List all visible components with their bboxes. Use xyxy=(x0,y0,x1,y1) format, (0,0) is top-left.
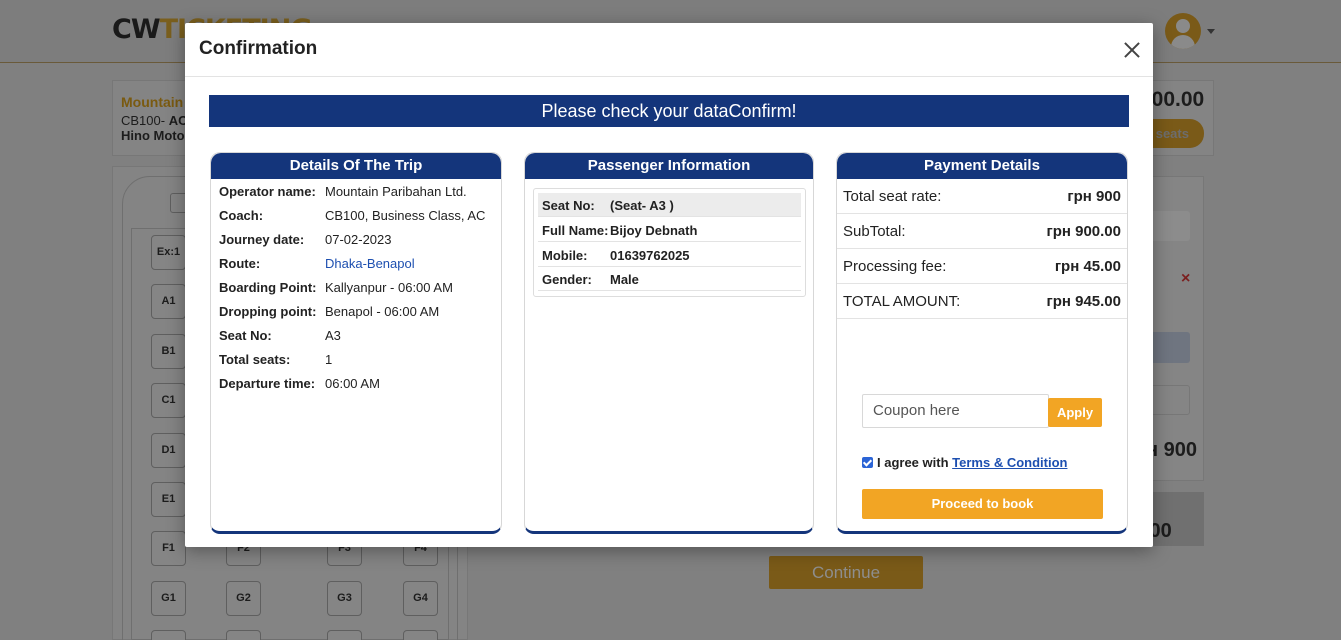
check-banner: Please check your dataConfirm! xyxy=(209,95,1129,127)
passenger-value: (Seat- A3 ) xyxy=(610,198,674,213)
passenger-value: Bijoy Debnath xyxy=(610,223,698,238)
payment-details-box: Payment Details Total seat rate: грн 900 … xyxy=(836,152,1128,534)
agree-checkbox[interactable] xyxy=(862,457,873,468)
seat-h3[interactable] xyxy=(327,630,362,640)
logo-prefix: CW xyxy=(112,14,161,45)
payment-row-processing-fee: Processing fee: грн 45.00 xyxy=(837,249,1127,284)
remove-icon[interactable]: × xyxy=(1181,270,1190,288)
trip-key: Dropping point: xyxy=(219,304,317,319)
seat-g1[interactable]: G1 xyxy=(151,581,186,616)
seat-g4[interactable]: G4 xyxy=(403,581,438,616)
continue-button[interactable]: Continue xyxy=(769,556,923,589)
modal-title: Confirmation xyxy=(199,38,318,59)
trip-details-box: Details Of The Trip Operator name: Mounta… xyxy=(210,152,502,534)
brand-label: Hino Motor xyxy=(121,128,190,143)
payment-details-heading: Payment Details xyxy=(837,153,1127,179)
confirmation-modal: Confirmation Please check your dataConfi… xyxy=(185,23,1153,547)
seat-a1[interactable]: A1 xyxy=(151,284,186,319)
seat-f1[interactable]: F1 xyxy=(151,531,186,566)
payment-value: грн 945.00 xyxy=(1046,293,1121,310)
trip-value: 06:00 AM xyxy=(325,376,380,391)
trip-key: Total seats: xyxy=(219,352,291,367)
close-icon[interactable] xyxy=(1122,40,1142,60)
passenger-row-name: Full Name: Bijoy Debnath xyxy=(538,218,801,242)
trip-value: Mountain Paribahan Ltd. xyxy=(325,184,467,199)
passenger-info-heading: Passenger Information xyxy=(525,153,813,179)
seat-c1[interactable]: C1 xyxy=(151,383,186,418)
seat-h1[interactable] xyxy=(151,630,186,640)
passenger-value: Male xyxy=(610,272,639,287)
passenger-row-seat: Seat No: (Seat- A3 ) xyxy=(538,193,801,217)
payment-value: грн 900 xyxy=(1067,188,1121,205)
modal-divider xyxy=(185,76,1153,77)
seat-h2[interactable] xyxy=(226,630,261,640)
seat-g3[interactable]: G3 xyxy=(327,581,362,616)
payment-row-seat-rate: Total seat rate: грн 900 xyxy=(837,179,1127,214)
user-avatar-icon[interactable] xyxy=(1165,13,1201,49)
trip-key: Coach: xyxy=(219,208,264,223)
trip-value: 07-02-2023 xyxy=(325,232,392,247)
terms-link[interactable]: Terms & Condition xyxy=(952,455,1067,470)
payment-row-total: TOTAL AMOUNT: грн 945.00 xyxy=(837,284,1127,319)
chevron-down-icon[interactable] xyxy=(1207,29,1215,34)
passenger-row-mobile: Mobile: 01639762025 xyxy=(538,243,801,267)
payment-value: грн 900.00 xyxy=(1046,223,1121,240)
trip-key: Departure time: xyxy=(219,376,316,391)
trip-key: Operator name: xyxy=(219,184,316,199)
seat-d1[interactable]: D1 xyxy=(151,433,186,468)
payment-key: Processing fee: xyxy=(843,258,947,275)
seat-b1[interactable]: B1 xyxy=(151,334,186,369)
passenger-key: Gender: xyxy=(542,272,592,287)
agree-terms: I agree with Terms & Condition xyxy=(862,455,1067,470)
proceed-to-book-button[interactable]: Proceed to book xyxy=(862,489,1103,519)
trip-value: A3 xyxy=(325,328,341,343)
trip-value: Benapol - 06:00 AM xyxy=(325,304,440,319)
coupon-input[interactable]: Coupon here xyxy=(862,394,1049,428)
agree-label: I agree with xyxy=(877,455,949,470)
passenger-row-gender: Gender: Male xyxy=(538,267,801,291)
payment-key: Total seat rate: xyxy=(843,188,942,205)
trip-key: Route: xyxy=(219,256,261,271)
passenger-card: Seat No: (Seat- A3 ) Full Name: Bijoy Debn… xyxy=(533,188,806,297)
payment-key: TOTAL AMOUNT: xyxy=(843,293,961,310)
coach-prefix: CB100- xyxy=(121,113,166,128)
passenger-value: 01639762025 xyxy=(610,248,690,263)
seat-h4[interactable] xyxy=(403,630,438,640)
payment-row-subtotal: SubTotal: грн 900.00 xyxy=(837,214,1127,249)
payment-key: SubTotal: xyxy=(843,223,906,240)
apply-coupon-button[interactable]: Apply xyxy=(1048,398,1102,427)
trip-key: Boarding Point: xyxy=(219,280,317,295)
trip-value: Kallyanpur - 06:00 AM xyxy=(325,280,453,295)
seat-g2[interactable]: G2 xyxy=(226,581,261,616)
trip-key: Seat No: xyxy=(219,328,272,343)
seat-e1[interactable]: E1 xyxy=(151,482,186,517)
payment-value: грн 45.00 xyxy=(1054,258,1121,275)
trip-key: Journey date: xyxy=(219,232,305,247)
operator-name: Mountain xyxy=(121,94,184,110)
passenger-info-box: Passenger Information Seat No: (Seat- A3 … xyxy=(524,152,814,534)
trip-value: CB100, Business Class, AC xyxy=(325,208,486,223)
trip-details-heading: Details Of The Trip xyxy=(211,153,501,179)
seat-ex1[interactable]: Ex:1 xyxy=(151,235,186,270)
passenger-key: Full Name: xyxy=(542,223,609,238)
passenger-key: Seat No: xyxy=(542,198,595,213)
trip-value: 1 xyxy=(325,352,333,367)
summary-amount: н 900 xyxy=(1146,439,1198,461)
passenger-key: Mobile: xyxy=(542,248,588,263)
route-link[interactable]: Dhaka-Benapol xyxy=(325,256,415,271)
